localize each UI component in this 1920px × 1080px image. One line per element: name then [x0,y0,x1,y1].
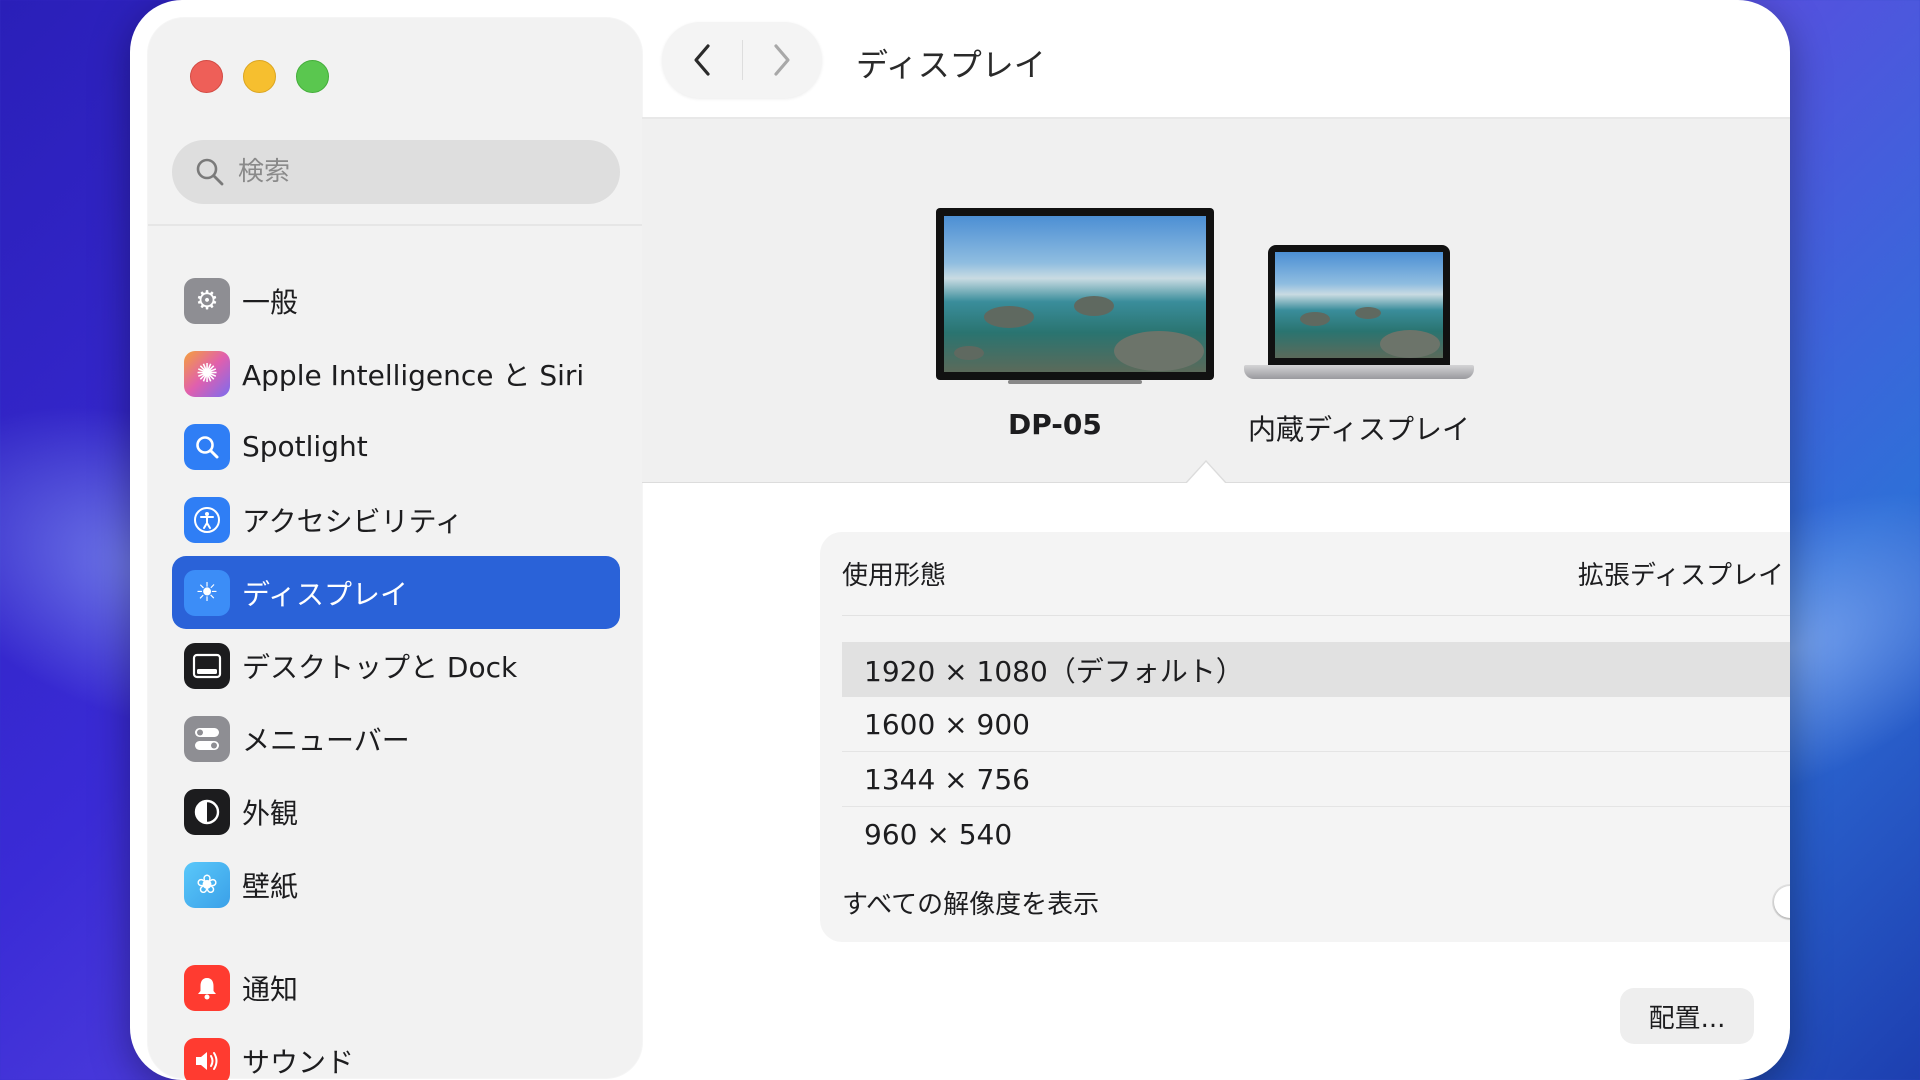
sidebar-item-label: 通知 [242,972,299,1006]
apple-intelligence-icon: ✺ [184,350,230,397]
arrange-button[interactable]: 配置... [1620,988,1754,1044]
resolution-list: 1920 × 1080（デフォルト） 1600 × 900 1344 × 756… [842,642,1790,862]
sidebar: ⚙ 一般 ✺ Apple Intelligence と Siri Spotlig… [148,18,642,1080]
monitor-icon [936,208,1214,380]
sidebar-item-accessibility[interactable]: アクセシビリティ [172,483,620,556]
usage-label: 使用形態 [842,561,947,591]
sidebar-item-label: 壁紙 [242,869,299,903]
window-controls [190,60,329,93]
sidebar-item-apple-intelligence-siri[interactable]: ✺ Apple Intelligence と Siri [172,337,620,410]
gear-icon: ⚙ [184,277,230,324]
sidebar-item-label: ディスプレイ [242,577,409,611]
resolution-option[interactable]: 1920 × 1080（デフォルト） [842,642,1790,697]
usage-row: 使用形態 拡張ディスプレイ [842,532,1790,616]
sidebar-item-displays[interactable]: ☀ ディスプレイ [172,556,620,629]
sidebar-item-label: 一般 [242,285,299,319]
usage-value: 拡張ディスプレイ [1577,561,1784,591]
search-field[interactable] [172,140,620,204]
show-all-resolutions-toggle[interactable] [1772,884,1790,920]
display-label-builtin: 内蔵ディスプレイ [1248,413,1471,446]
page-title: ディスプレイ [856,46,1046,84]
sidebar-item-menubar[interactable]: メニューバー [172,702,620,775]
selection-pointer [1186,462,1226,484]
appearance-icon [184,788,230,835]
monitor-stand [1008,380,1142,384]
sidebar-item-label: アクセシビリティ [242,504,463,538]
sidebar-divider [148,224,642,226]
system-settings-window: ⚙ 一般 ✺ Apple Intelligence と Siri Spotlig… [130,0,1790,1080]
history-navigation [662,22,822,98]
display-selector-area [642,119,1790,483]
flower-icon: ❀ [184,861,230,908]
chevron-right-icon [774,44,790,76]
display-settings-card: 使用形態 拡張ディスプレイ 1920 × 1080（デフォルト） 1600 × … [820,532,1790,942]
sidebar-list: ⚙ 一般 ✺ Apple Intelligence と Siri Spotlig… [172,264,620,1080]
zoom-window-button[interactable] [296,60,329,93]
resolution-option[interactable]: 1600 × 900 [842,697,1790,752]
toggle-switches-icon [184,715,230,762]
laptop-base [1244,365,1474,379]
search-icon [196,158,224,186]
sidebar-item-label: サウンド [242,1045,355,1079]
laptop-icon [1268,245,1450,365]
resolution-option[interactable]: 960 × 540 [842,807,1790,862]
accessibility-icon [184,496,230,543]
toggle-knob [1774,886,1790,918]
sidebar-item-desktop-dock[interactable]: デスクトップと Dock [172,629,620,702]
sidebar-item-label: デスクトップと Dock [242,650,518,684]
sidebar-item-label: メニューバー [242,723,410,757]
sidebar-item-spotlight[interactable]: Spotlight [172,410,620,483]
back-button[interactable] [662,22,742,98]
sidebar-item-label: 外観 [242,796,299,830]
forward-button[interactable] [743,22,823,98]
bell-icon [184,964,230,1011]
sidebar-item-general[interactable]: ⚙ 一般 [172,264,620,337]
usage-popup[interactable]: 拡張ディスプレイ [1578,553,1790,595]
dock-icon [184,642,230,689]
sidebar-item-wallpaper[interactable]: ❀ 壁紙 [172,848,620,921]
sidebar-item-label: Apple Intelligence と Siri [242,358,585,392]
sidebar-item-sound[interactable]: サウンド [172,1024,620,1080]
minimize-window-button[interactable] [243,60,276,93]
resolution-option[interactable]: 1344 × 756 [842,752,1790,807]
display-label-dp05: DP-05 [1008,408,1102,441]
sun-icon: ☀ [184,569,230,616]
magnifier-icon [184,423,230,470]
speaker-icon [184,1037,230,1080]
search-input[interactable] [238,157,598,187]
show-all-resolutions-row: すべての解像度を表示 [842,872,1790,932]
sidebar-item-notifications[interactable]: 通知 [172,951,620,1024]
chevron-left-icon [694,44,710,76]
sidebar-item-label: Spotlight [242,430,368,463]
sidebar-item-appearance[interactable]: 外観 [172,775,620,848]
close-window-button[interactable] [190,60,223,93]
show-all-resolutions-label: すべての解像度を表示 [842,889,1100,920]
